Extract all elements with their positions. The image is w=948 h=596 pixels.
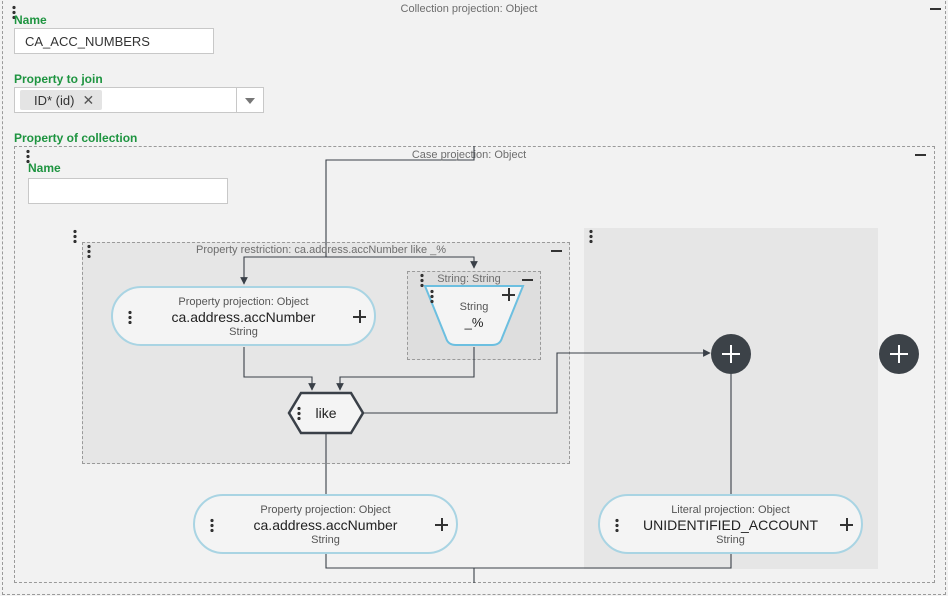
connector-case-to-restriction-value (240, 146, 475, 285)
literal-projection-caption: Literal projection: Object (671, 504, 790, 516)
add-then-button[interactable] (711, 334, 751, 374)
connector-case-to-string-literal (326, 256, 478, 269)
outer-projection-value: ca.address.accNumber (253, 517, 398, 533)
like-label: like (315, 405, 337, 421)
outer-projection-type: String (311, 534, 340, 546)
connector-bottom-join (325, 554, 732, 569)
literal-projection[interactable]: Literal projection: Object UNIDENTIFIED_… (598, 494, 863, 554)
outer-projection-add-icon[interactable] (435, 518, 448, 531)
literal-projection-type: String (716, 534, 745, 546)
string-literal-type: String (459, 301, 489, 313)
literal-projection-value: UNIDENTIFIED_ACCOUNT (642, 517, 818, 533)
inner-projection-add-icon[interactable] (353, 310, 366, 323)
literal-projection-add-icon[interactable] (840, 518, 853, 531)
property-projection-inner[interactable]: Property projection: Object ca.address.a… (111, 286, 376, 346)
connector-like-to-then (364, 349, 711, 414)
string-literal-value: _% (464, 315, 484, 330)
restriction-caption: Property restriction: ca.address.accNumb… (195, 244, 447, 256)
string-literal-menu-icon[interactable] (430, 289, 434, 303)
property-projection-outer[interactable]: Property projection: Object ca.address.a… (193, 494, 458, 554)
connector-property-to-like (243, 347, 316, 391)
inner-projection-type: String (229, 326, 258, 338)
case-projection-caption: Case projection: Object (411, 149, 527, 161)
add-case-button[interactable] (879, 334, 919, 374)
connector-string-to-like (336, 347, 475, 391)
outer-projection-caption: Property projection: Object (260, 504, 391, 516)
inner-projection-caption: Property projection: Object (178, 296, 309, 308)
string-literal-add-icon[interactable] (502, 288, 515, 301)
inner-projection-value: ca.address.accNumber (171, 309, 316, 325)
